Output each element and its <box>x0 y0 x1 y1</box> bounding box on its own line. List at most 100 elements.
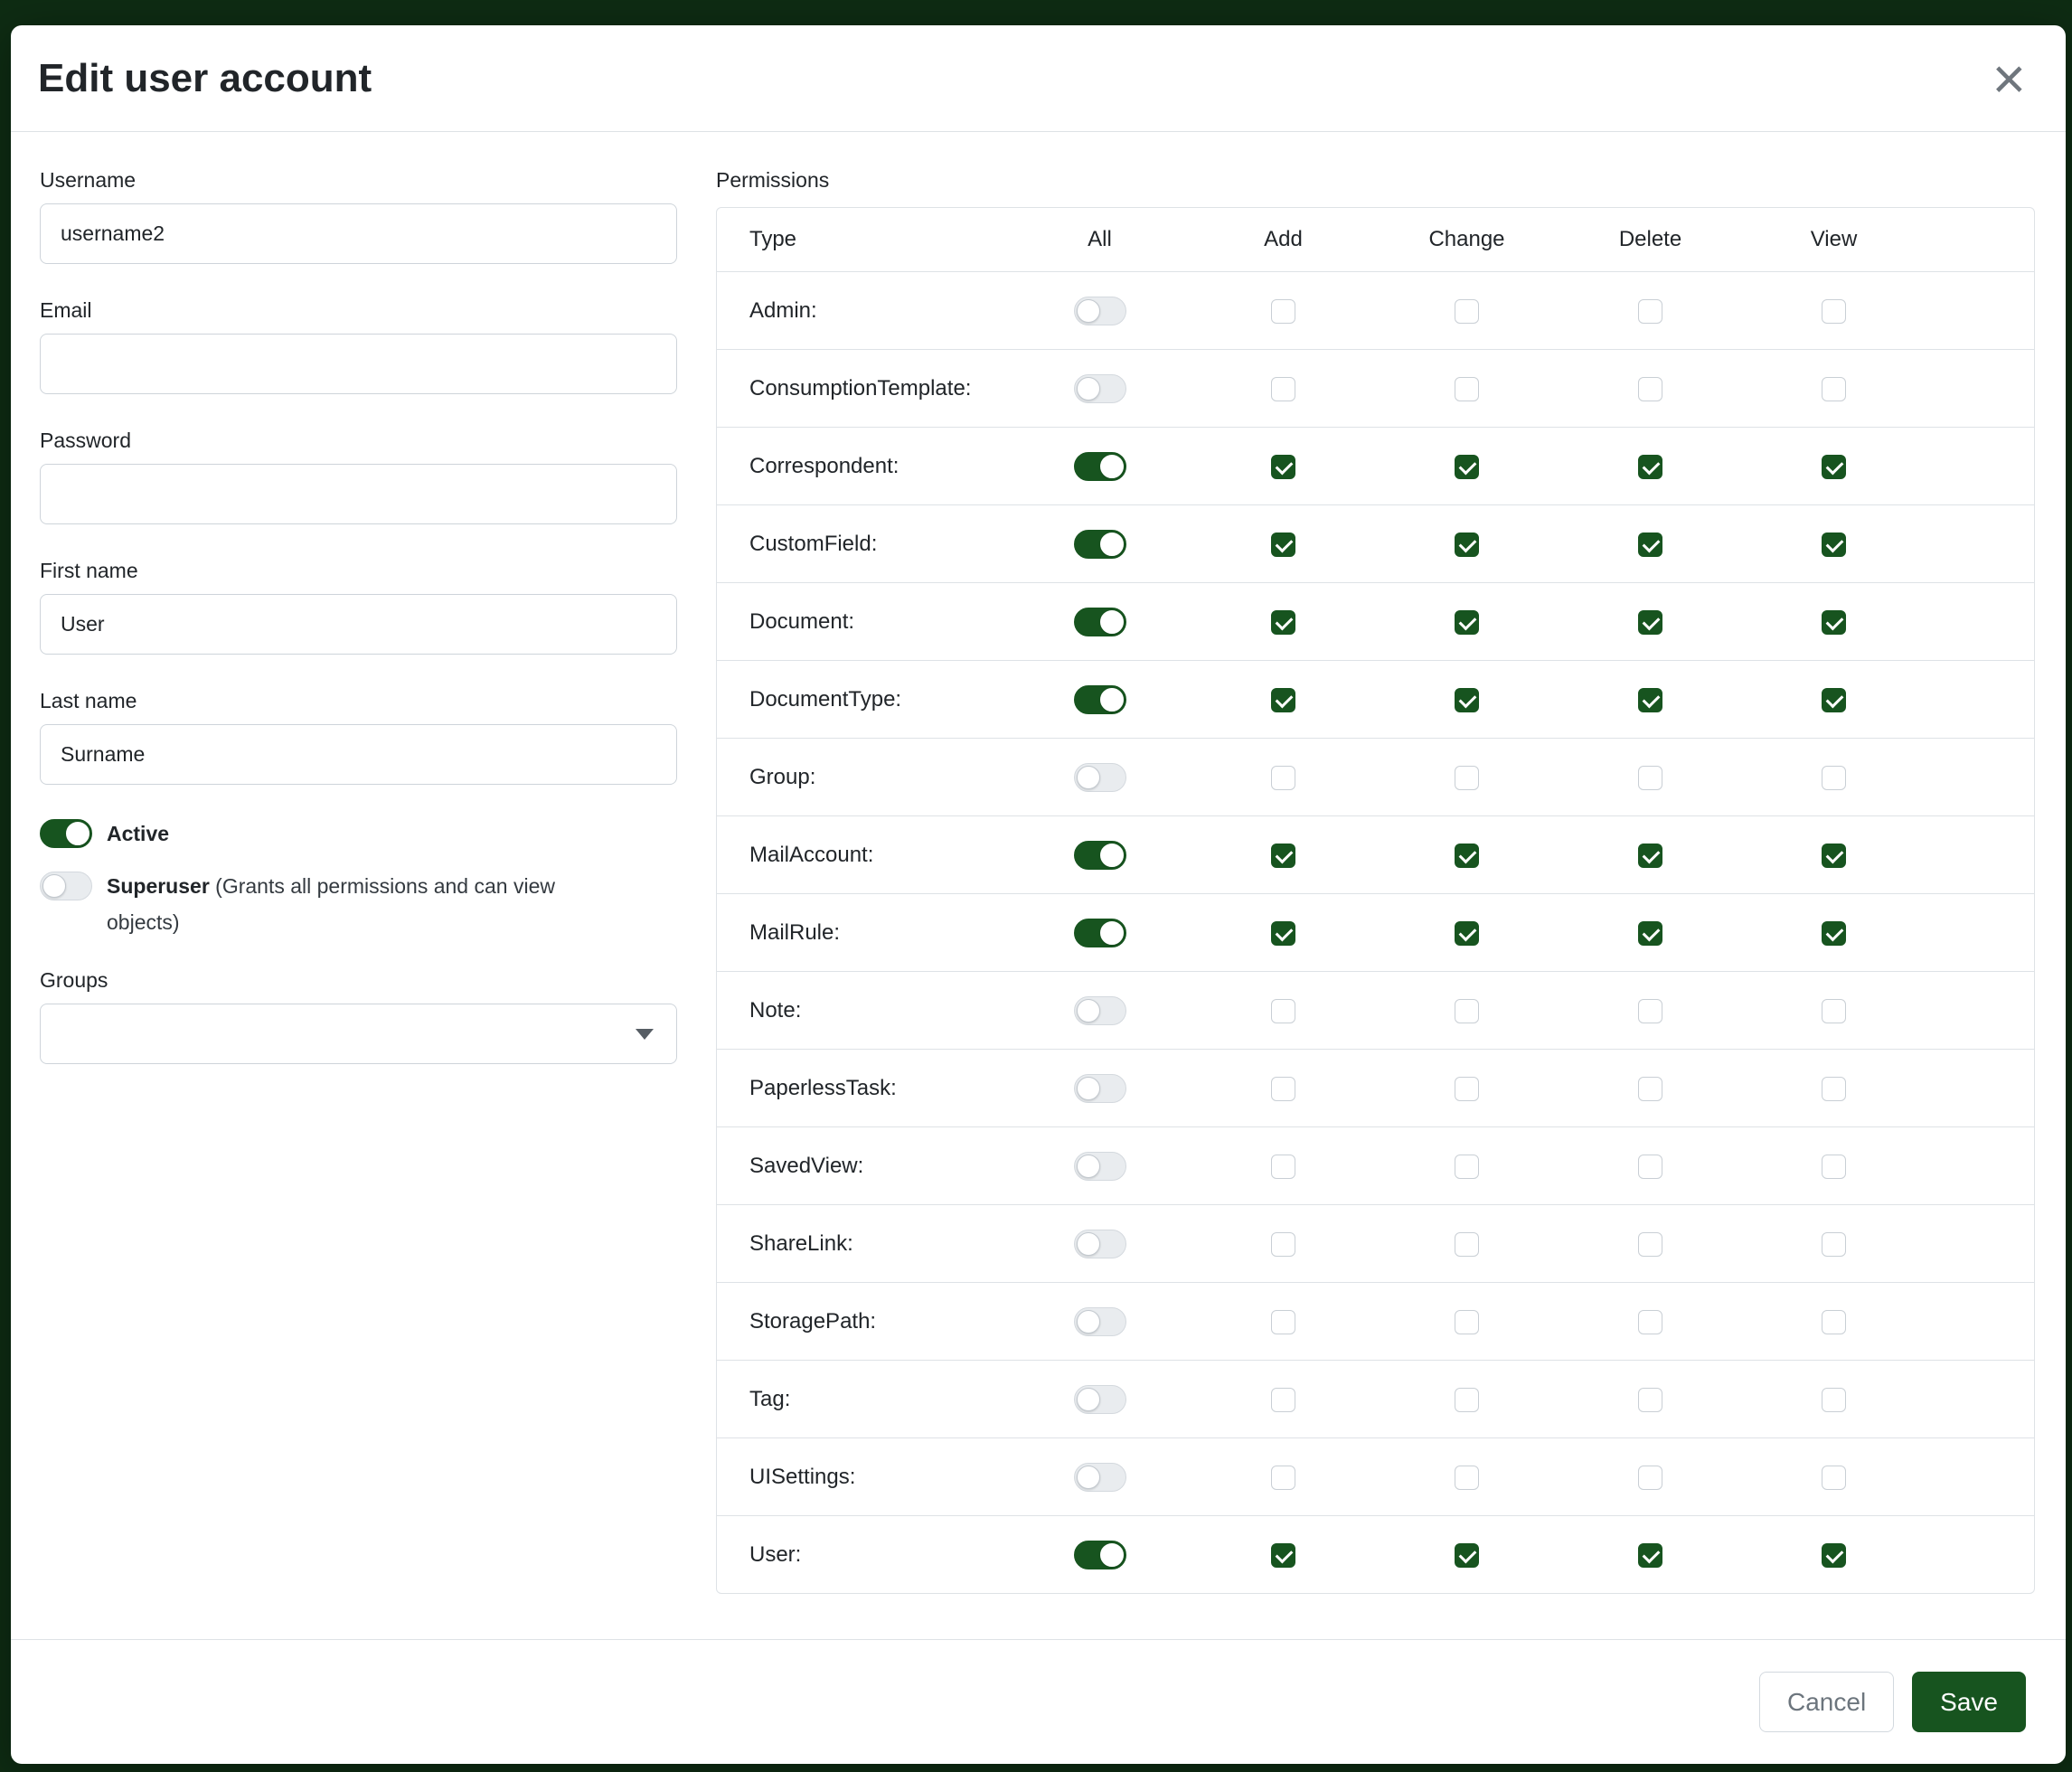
permission-add-checkbox[interactable] <box>1271 1466 1295 1490</box>
permission-add-checkbox[interactable] <box>1271 1077 1295 1101</box>
permission-all-toggle[interactable] <box>1074 452 1126 481</box>
permission-change-checkbox[interactable] <box>1455 1388 1479 1412</box>
permission-add-checkbox[interactable] <box>1271 844 1295 868</box>
permission-change-checkbox[interactable] <box>1455 844 1479 868</box>
superuser-toggle[interactable] <box>40 872 92 900</box>
permission-all-toggle[interactable] <box>1074 1307 1126 1336</box>
permission-all-toggle[interactable] <box>1074 919 1126 947</box>
permission-change-checkbox[interactable] <box>1455 299 1479 324</box>
permission-delete-checkbox[interactable] <box>1638 1077 1662 1101</box>
permission-add-checkbox[interactable] <box>1271 1543 1295 1568</box>
permission-add-checkbox[interactable] <box>1271 1155 1295 1179</box>
permission-type-label: MailAccount: <box>749 843 873 867</box>
permission-delete-checkbox[interactable] <box>1638 844 1662 868</box>
permission-change-checkbox[interactable] <box>1455 688 1479 712</box>
permission-delete-checkbox[interactable] <box>1638 533 1662 557</box>
permission-add-checkbox[interactable] <box>1271 921 1295 946</box>
permission-change-checkbox[interactable] <box>1455 1155 1479 1179</box>
permission-change-checkbox[interactable] <box>1455 1543 1479 1568</box>
permission-view-checkbox[interactable] <box>1822 1310 1846 1334</box>
permission-change-checkbox[interactable] <box>1455 533 1479 557</box>
permission-delete-checkbox[interactable] <box>1638 377 1662 401</box>
permission-change-checkbox[interactable] <box>1455 377 1479 401</box>
permission-all-toggle[interactable] <box>1074 1385 1126 1414</box>
permission-delete-checkbox[interactable] <box>1638 1388 1662 1412</box>
permission-delete-checkbox[interactable] <box>1638 1232 1662 1257</box>
permission-all-toggle[interactable] <box>1074 1074 1126 1103</box>
permission-row: SavedView: <box>717 1126 2034 1204</box>
last-name-input[interactable] <box>40 724 677 785</box>
permission-change-checkbox[interactable] <box>1455 921 1479 946</box>
save-button[interactable]: Save <box>1912 1672 2026 1732</box>
permission-add-checkbox[interactable] <box>1271 688 1295 712</box>
permission-add-checkbox[interactable] <box>1271 455 1295 479</box>
permission-change-checkbox[interactable] <box>1455 999 1479 1023</box>
permission-all-toggle[interactable] <box>1074 996 1126 1025</box>
permission-all-toggle[interactable] <box>1074 841 1126 870</box>
permission-change-checkbox[interactable] <box>1455 1310 1479 1334</box>
permission-delete-checkbox[interactable] <box>1638 610 1662 635</box>
permission-add-checkbox[interactable] <box>1271 377 1295 401</box>
permission-change-checkbox[interactable] <box>1455 766 1479 790</box>
permission-view-checkbox[interactable] <box>1822 921 1846 946</box>
permission-add-checkbox[interactable] <box>1271 610 1295 635</box>
email-input[interactable] <box>40 334 677 394</box>
permission-view-checkbox[interactable] <box>1822 766 1846 790</box>
permission-delete-checkbox[interactable] <box>1638 1466 1662 1490</box>
permission-delete-checkbox[interactable] <box>1638 1543 1662 1568</box>
permission-all-toggle[interactable] <box>1074 1152 1126 1181</box>
active-toggle[interactable] <box>40 819 92 848</box>
permission-all-toggle[interactable] <box>1074 530 1126 559</box>
cancel-button[interactable]: Cancel <box>1759 1672 1894 1732</box>
permission-delete-checkbox[interactable] <box>1638 299 1662 324</box>
permission-add-checkbox[interactable] <box>1271 999 1295 1023</box>
password-input[interactable] <box>40 464 677 524</box>
permission-delete-checkbox[interactable] <box>1638 999 1662 1023</box>
permission-delete-checkbox[interactable] <box>1638 1310 1662 1334</box>
permission-all-toggle[interactable] <box>1074 297 1126 325</box>
permission-all-toggle[interactable] <box>1074 685 1126 714</box>
permission-all-toggle[interactable] <box>1074 374 1126 403</box>
permission-change-checkbox[interactable] <box>1455 1232 1479 1257</box>
permission-view-checkbox[interactable] <box>1822 1232 1846 1257</box>
close-icon[interactable]: × <box>1983 46 2035 111</box>
permission-all-toggle[interactable] <box>1074 1230 1126 1258</box>
permission-add-checkbox[interactable] <box>1271 533 1295 557</box>
permission-delete-checkbox[interactable] <box>1638 766 1662 790</box>
permission-view-checkbox[interactable] <box>1822 610 1846 635</box>
permission-add-checkbox[interactable] <box>1271 1232 1295 1257</box>
permission-delete-checkbox[interactable] <box>1638 921 1662 946</box>
permission-add-checkbox[interactable] <box>1271 1388 1295 1412</box>
permission-add-checkbox[interactable] <box>1271 766 1295 790</box>
permission-change-checkbox[interactable] <box>1455 1466 1479 1490</box>
permission-all-toggle[interactable] <box>1074 1541 1126 1569</box>
toggle-knob <box>1077 299 1100 323</box>
permission-view-checkbox[interactable] <box>1822 299 1846 324</box>
permission-delete-checkbox[interactable] <box>1638 688 1662 712</box>
permission-view-checkbox[interactable] <box>1822 377 1846 401</box>
permission-delete-checkbox[interactable] <box>1638 455 1662 479</box>
permission-view-checkbox[interactable] <box>1822 844 1846 868</box>
permission-change-checkbox[interactable] <box>1455 1077 1479 1101</box>
permission-view-checkbox[interactable] <box>1822 1543 1846 1568</box>
permission-view-checkbox[interactable] <box>1822 1155 1846 1179</box>
permission-all-toggle[interactable] <box>1074 1463 1126 1492</box>
username-input[interactable] <box>40 203 677 264</box>
permission-view-checkbox[interactable] <box>1822 688 1846 712</box>
permission-delete-checkbox[interactable] <box>1638 1155 1662 1179</box>
permission-add-checkbox[interactable] <box>1271 299 1295 324</box>
permission-change-checkbox[interactable] <box>1455 610 1479 635</box>
permission-view-checkbox[interactable] <box>1822 1466 1846 1490</box>
permission-view-checkbox[interactable] <box>1822 1077 1846 1101</box>
permission-change-checkbox[interactable] <box>1455 455 1479 479</box>
permission-add-checkbox[interactable] <box>1271 1310 1295 1334</box>
first-name-input[interactable] <box>40 594 677 655</box>
permission-view-checkbox[interactable] <box>1822 999 1846 1023</box>
groups-select[interactable] <box>40 1004 677 1064</box>
permission-view-checkbox[interactable] <box>1822 1388 1846 1412</box>
permission-all-toggle[interactable] <box>1074 763 1126 792</box>
permission-view-checkbox[interactable] <box>1822 455 1846 479</box>
permission-all-toggle[interactable] <box>1074 608 1126 636</box>
groups-select-box[interactable] <box>40 1004 677 1064</box>
permission-view-checkbox[interactable] <box>1822 533 1846 557</box>
